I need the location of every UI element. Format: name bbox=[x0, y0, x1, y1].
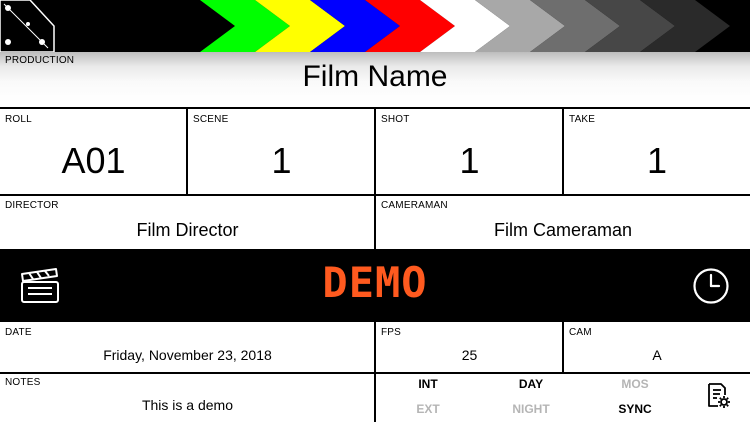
divider-mid bbox=[0, 194, 750, 196]
scene-value[interactable]: 1 bbox=[188, 140, 375, 182]
clapper-stripes bbox=[200, 0, 730, 52]
clapperboard-icon[interactable] bbox=[20, 266, 60, 304]
cameraman-value[interactable]: Film Cameraman bbox=[376, 220, 750, 241]
toggle-int[interactable]: INT bbox=[388, 377, 468, 391]
shot-value[interactable]: 1 bbox=[376, 140, 563, 182]
take-label: TAKE bbox=[569, 114, 596, 125]
roll-label: ROLL bbox=[5, 114, 32, 125]
take-value[interactable]: 1 bbox=[564, 140, 750, 182]
roll-value[interactable]: A01 bbox=[0, 140, 187, 182]
director-label: DIRECTOR bbox=[5, 200, 59, 211]
clock-icon[interactable] bbox=[692, 267, 730, 305]
date-label: DATE bbox=[5, 327, 32, 338]
shot-label: SHOT bbox=[381, 114, 410, 125]
demo-text: DEMO bbox=[322, 258, 428, 307]
clapper-hinge-icon bbox=[0, 0, 55, 52]
cam-label: CAM bbox=[569, 327, 592, 338]
fps-value[interactable]: 25 bbox=[376, 347, 563, 363]
notes-value[interactable]: This is a demo bbox=[0, 397, 375, 413]
date-value[interactable]: Friday, November 23, 2018 bbox=[0, 347, 375, 363]
toggle-day[interactable]: DAY bbox=[491, 377, 571, 391]
divider-bottom bbox=[0, 372, 750, 374]
document-gear-icon[interactable] bbox=[704, 382, 732, 410]
toggle-ext[interactable]: EXT bbox=[388, 402, 468, 416]
director-value[interactable]: Film Director bbox=[0, 220, 375, 241]
fps-label: FPS bbox=[381, 327, 402, 338]
cameraman-label: CAMERAMAN bbox=[381, 200, 448, 211]
notes-label: NOTES bbox=[5, 377, 41, 388]
production-value[interactable]: Film Name bbox=[0, 60, 750, 94]
cam-value[interactable]: A bbox=[564, 347, 750, 363]
toggle-mos[interactable]: MOS bbox=[595, 377, 675, 391]
scene-label: SCENE bbox=[193, 114, 229, 125]
toggle-night[interactable]: NIGHT bbox=[491, 402, 571, 416]
toggle-sync[interactable]: SYNC bbox=[595, 402, 675, 416]
clapper-stripe-bar bbox=[0, 0, 750, 52]
